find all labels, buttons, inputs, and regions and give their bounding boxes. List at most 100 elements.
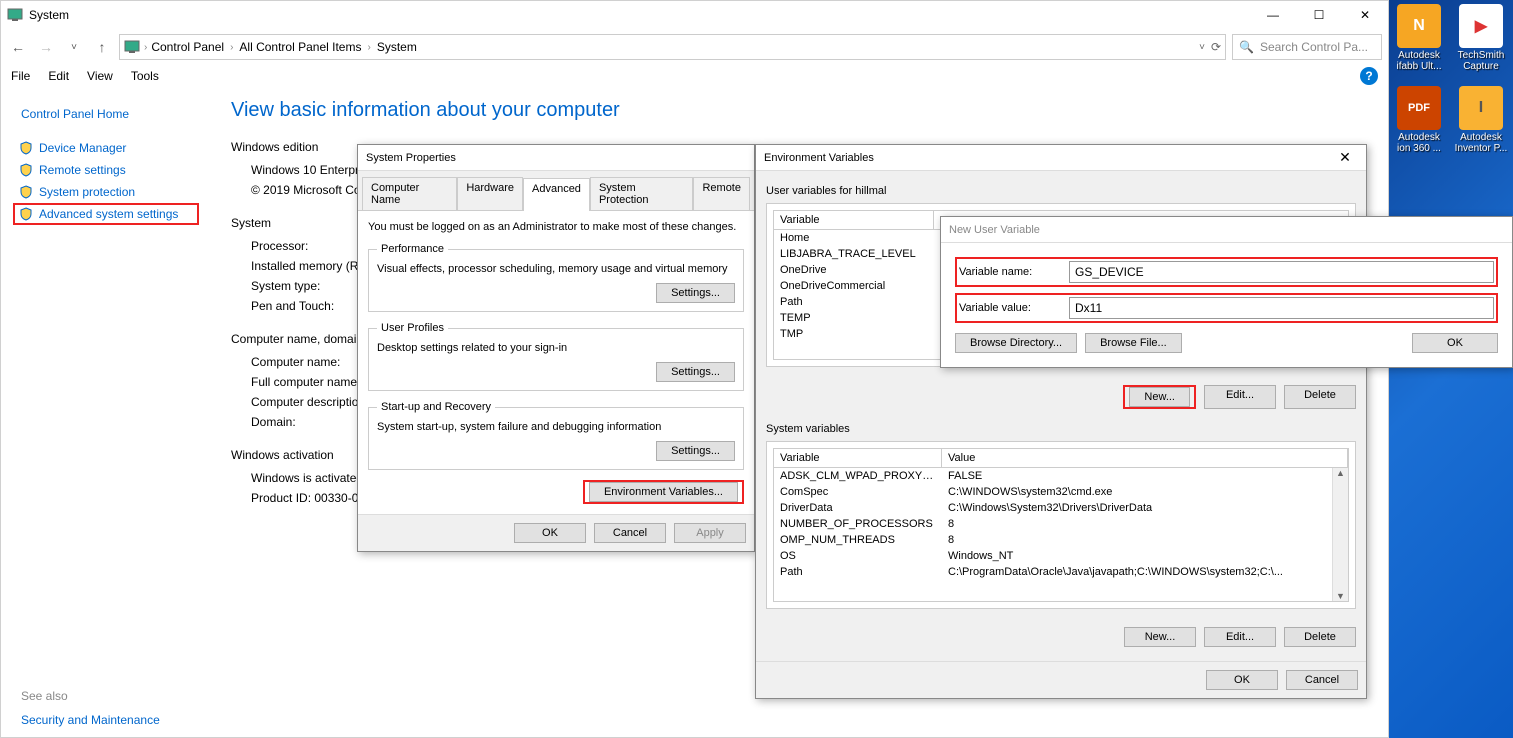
variable-value-input[interactable] bbox=[1069, 297, 1494, 319]
app-icon: N bbox=[1397, 4, 1441, 48]
desktop-icon[interactable]: PDF Autodesk ion 360 ... bbox=[1391, 86, 1447, 154]
tab-computer-name[interactable]: Computer Name bbox=[362, 177, 457, 210]
shield-icon bbox=[19, 185, 33, 199]
list-item[interactable]: NUMBER_OF_PROCESSORS8 bbox=[774, 516, 1348, 532]
tab-system-protection[interactable]: System Protection bbox=[590, 177, 694, 210]
list-item[interactable]: OSWindows_NT bbox=[774, 548, 1348, 564]
cancel-button[interactable]: Cancel bbox=[594, 523, 666, 543]
user-edit-button[interactable]: Edit... bbox=[1204, 385, 1276, 409]
variable-name-row: Variable name: bbox=[955, 257, 1498, 287]
sidebar-item-label: Remote settings bbox=[39, 163, 126, 177]
titlebar: System — ☐ ✕ bbox=[1, 1, 1388, 29]
menubar: File Edit View Tools ? bbox=[1, 65, 1388, 87]
group-desc: Visual effects, processor scheduling, me… bbox=[377, 263, 735, 275]
list-item[interactable]: DriverDataC:\Windows\System32\Drivers\Dr… bbox=[774, 500, 1348, 516]
sidebar-item-advanced-system-settings[interactable]: Advanced system settings bbox=[13, 203, 199, 225]
list-item[interactable]: ComSpecC:\WINDOWS\system32\cmd.exe bbox=[774, 484, 1348, 500]
col-variable[interactable]: Variable bbox=[774, 211, 934, 229]
sys-vars-label: System variables bbox=[766, 423, 1356, 435]
breadcrumb-item[interactable]: Control Panel bbox=[151, 40, 224, 54]
sidebar-item-remote-settings[interactable]: Remote settings bbox=[13, 159, 199, 181]
variable-name-input[interactable] bbox=[1069, 261, 1494, 283]
dialog-title: New User Variable bbox=[949, 224, 1504, 236]
desktop-icon[interactable]: ▶ TechSmith Capture bbox=[1453, 4, 1509, 72]
sys-new-button[interactable]: New... bbox=[1124, 627, 1196, 647]
sys-delete-button[interactable]: Delete bbox=[1284, 627, 1356, 647]
dialog-titlebar: Environment Variables ✕ bbox=[756, 145, 1366, 171]
group-legend: Start-up and Recovery bbox=[377, 401, 495, 413]
scroll-up-icon[interactable]: ▲ bbox=[1336, 468, 1345, 478]
icon-label: Autodesk ion 360 ... bbox=[1391, 132, 1447, 154]
sidebar-item-label: Advanced system settings bbox=[39, 207, 178, 221]
scroll-down-icon[interactable]: ▼ bbox=[1336, 591, 1345, 601]
breadcrumb-item[interactable]: System bbox=[377, 40, 417, 54]
sidebar-item-label: System protection bbox=[39, 185, 135, 199]
breadcrumb-item[interactable]: All Control Panel Items bbox=[239, 40, 361, 54]
browse-file-button[interactable]: Browse File... bbox=[1085, 333, 1182, 353]
minimize-button[interactable]: — bbox=[1250, 1, 1296, 29]
performance-settings-button[interactable]: Settings... bbox=[656, 283, 735, 303]
list-body[interactable]: ADSK_CLM_WPAD_PROXY_...FALSE ComSpecC:\W… bbox=[773, 468, 1349, 602]
dialog-titlebar: System Properties bbox=[358, 145, 754, 171]
icon-label: Autodesk Inventor P... bbox=[1453, 132, 1509, 154]
list-item[interactable]: ADSK_CLM_WPAD_PROXY_...FALSE bbox=[774, 468, 1348, 484]
tab-remote[interactable]: Remote bbox=[693, 177, 750, 210]
list-item[interactable]: OMP_NUM_THREADS8 bbox=[774, 532, 1348, 548]
ok-button[interactable]: OK bbox=[1206, 670, 1278, 690]
help-icon[interactable]: ? bbox=[1360, 67, 1378, 85]
group-legend: User Profiles bbox=[377, 322, 448, 334]
app-icon: ▶ bbox=[1459, 4, 1503, 48]
shield-icon bbox=[19, 141, 33, 155]
list-item[interactable]: PathC:\ProgramData\Oracle\Java\javapath;… bbox=[774, 564, 1348, 580]
sidebar-item-device-manager[interactable]: Device Manager bbox=[13, 137, 199, 159]
apply-button[interactable]: Apply bbox=[674, 523, 746, 543]
user-delete-button[interactable]: Delete bbox=[1284, 385, 1356, 409]
back-button[interactable]: ← bbox=[7, 36, 29, 58]
tab-advanced[interactable]: Advanced bbox=[523, 178, 590, 211]
menu-file[interactable]: File bbox=[11, 69, 30, 83]
app-icon: PDF bbox=[1397, 86, 1441, 130]
menu-view[interactable]: View bbox=[87, 69, 113, 83]
col-value[interactable]: Value bbox=[942, 449, 1348, 467]
user-vars-label: User variables for hillmal bbox=[766, 185, 1356, 197]
sys-edit-button[interactable]: Edit... bbox=[1204, 627, 1276, 647]
chevron-right-icon: › bbox=[144, 42, 147, 53]
search-input[interactable]: 🔍 Search Control Pa... bbox=[1232, 34, 1382, 60]
ok-button[interactable]: OK bbox=[1412, 333, 1498, 353]
scrollbar[interactable]: ▲▼ bbox=[1332, 468, 1348, 601]
new-user-variable-dialog: New User Variable Variable name: Variabl… bbox=[940, 216, 1513, 368]
address-bar[interactable]: › Control Panel› All Control Panel Items… bbox=[119, 34, 1226, 60]
search-placeholder: Search Control Pa... bbox=[1260, 40, 1368, 54]
close-icon[interactable]: ✕ bbox=[1332, 149, 1358, 166]
startup-settings-button[interactable]: Settings... bbox=[656, 441, 735, 461]
browse-directory-button[interactable]: Browse Directory... bbox=[955, 333, 1077, 353]
sidebar-item-label: Device Manager bbox=[39, 141, 126, 155]
user-new-button[interactable]: New... bbox=[1129, 387, 1190, 407]
sidebar-item-system-protection[interactable]: System protection bbox=[13, 181, 199, 203]
desktop-icon[interactable]: N Autodesk ifabb Ult... bbox=[1391, 4, 1447, 72]
cancel-button[interactable]: Cancel bbox=[1286, 670, 1358, 690]
menu-tools[interactable]: Tools bbox=[131, 69, 159, 83]
refresh-icon[interactable]: ⟳ bbox=[1211, 40, 1221, 54]
nav-toolbar: ← → ˅ ↑ › Control Panel› All Control Pan… bbox=[1, 29, 1388, 65]
tab-bar: Computer Name Hardware Advanced System P… bbox=[358, 171, 754, 211]
close-button[interactable]: ✕ bbox=[1342, 1, 1388, 29]
sidebar-see-also-link[interactable]: Security and Maintenance bbox=[13, 709, 199, 731]
recent-dropdown[interactable]: ˅ bbox=[63, 36, 85, 58]
up-button[interactable]: ↑ bbox=[91, 36, 113, 58]
profiles-settings-button[interactable]: Settings... bbox=[656, 362, 735, 382]
ok-button[interactable]: OK bbox=[514, 523, 586, 543]
sys-vars-list: Variable Value ADSK_CLM_WPAD_PROXY_...FA… bbox=[766, 441, 1356, 609]
environment-variables-button[interactable]: Environment Variables... bbox=[589, 482, 738, 502]
maximize-button[interactable]: ☐ bbox=[1296, 1, 1342, 29]
forward-button[interactable]: → bbox=[35, 36, 57, 58]
menu-edit[interactable]: Edit bbox=[48, 69, 69, 83]
col-variable[interactable]: Variable bbox=[774, 449, 942, 467]
dialog-title: System Properties bbox=[366, 152, 746, 164]
desktop-icon[interactable]: I Autodesk Inventor P... bbox=[1453, 86, 1509, 154]
tab-hardware[interactable]: Hardware bbox=[457, 177, 523, 210]
system-icon bbox=[7, 7, 23, 23]
desktop-background: N Autodesk ifabb Ult... ▶ TechSmith Capt… bbox=[1389, 0, 1513, 738]
chevron-down-icon[interactable]: ˅ bbox=[1199, 42, 1205, 53]
control-panel-home-link[interactable]: Control Panel Home bbox=[21, 107, 199, 121]
